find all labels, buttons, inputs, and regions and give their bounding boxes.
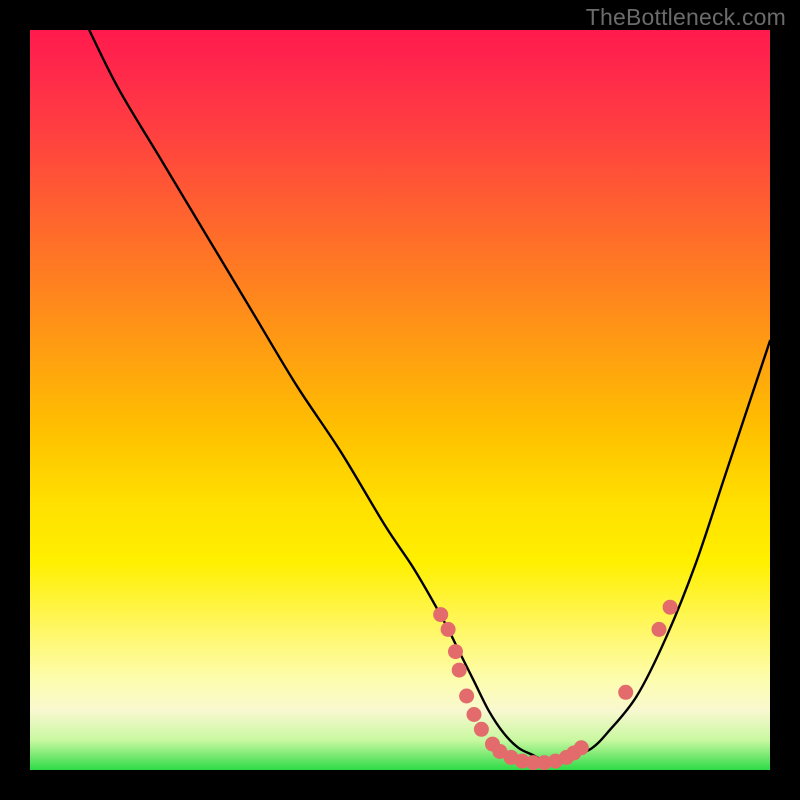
curve-layer (30, 30, 770, 770)
data-marker (452, 663, 467, 678)
data-marker (652, 622, 667, 637)
data-markers (433, 600, 677, 770)
data-marker (474, 722, 489, 737)
chart-frame: TheBottleneck.com (0, 0, 800, 800)
data-marker (459, 689, 474, 704)
data-marker (574, 740, 589, 755)
data-marker (663, 600, 678, 615)
data-marker (433, 607, 448, 622)
data-marker (448, 644, 463, 659)
watermark-text: TheBottleneck.com (586, 4, 786, 31)
data-marker (441, 622, 456, 637)
data-marker (467, 707, 482, 722)
bottleneck-curve (89, 30, 770, 764)
data-marker (618, 685, 633, 700)
